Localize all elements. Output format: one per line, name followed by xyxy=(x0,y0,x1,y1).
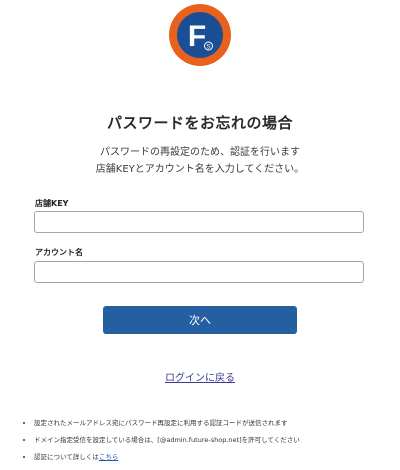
logo-badge: S xyxy=(206,45,210,51)
store-key-label: 店舗KEY xyxy=(35,199,69,208)
next-button[interactable]: 次へ xyxy=(103,306,297,334)
note-item: 設定されたメールアドレス宛にパスワード再設定に利用する認証コードが送信されます xyxy=(34,418,400,435)
page-description: パスワードの再設定のため、認証を行います 店舗KEYとアカウント名を入力してくだ… xyxy=(0,144,400,178)
description-line-2: 店舗KEYとアカウント名を入力してください。 xyxy=(95,164,305,175)
account-name-label: アカウント名 xyxy=(35,248,83,257)
future-shop-logo: F S xyxy=(169,4,231,66)
notes-list: 設定されたメールアドレス宛にパスワード再設定に利用する認証コードが送信されます … xyxy=(24,418,400,469)
note-item: 認証について詳しくはこちら xyxy=(34,452,400,469)
back-to-login-link[interactable]: ログインに戻る xyxy=(165,373,235,384)
details-link[interactable]: こちら xyxy=(99,453,119,461)
note-item: ドメイン指定受信を設定している場合は、[@admin.future-shop.n… xyxy=(34,435,400,452)
account-name-input[interactable] xyxy=(34,261,364,283)
back-to-login-container: ログインに戻る xyxy=(0,369,400,384)
details-prefix: 認証について詳しくは xyxy=(34,453,99,461)
store-key-input[interactable] xyxy=(34,211,364,233)
logo-letter: F xyxy=(188,20,206,53)
page-title: パスワードをお忘れの場合 xyxy=(106,114,293,132)
description-line-1: パスワードの再設定のため、認証を行います xyxy=(100,147,300,158)
